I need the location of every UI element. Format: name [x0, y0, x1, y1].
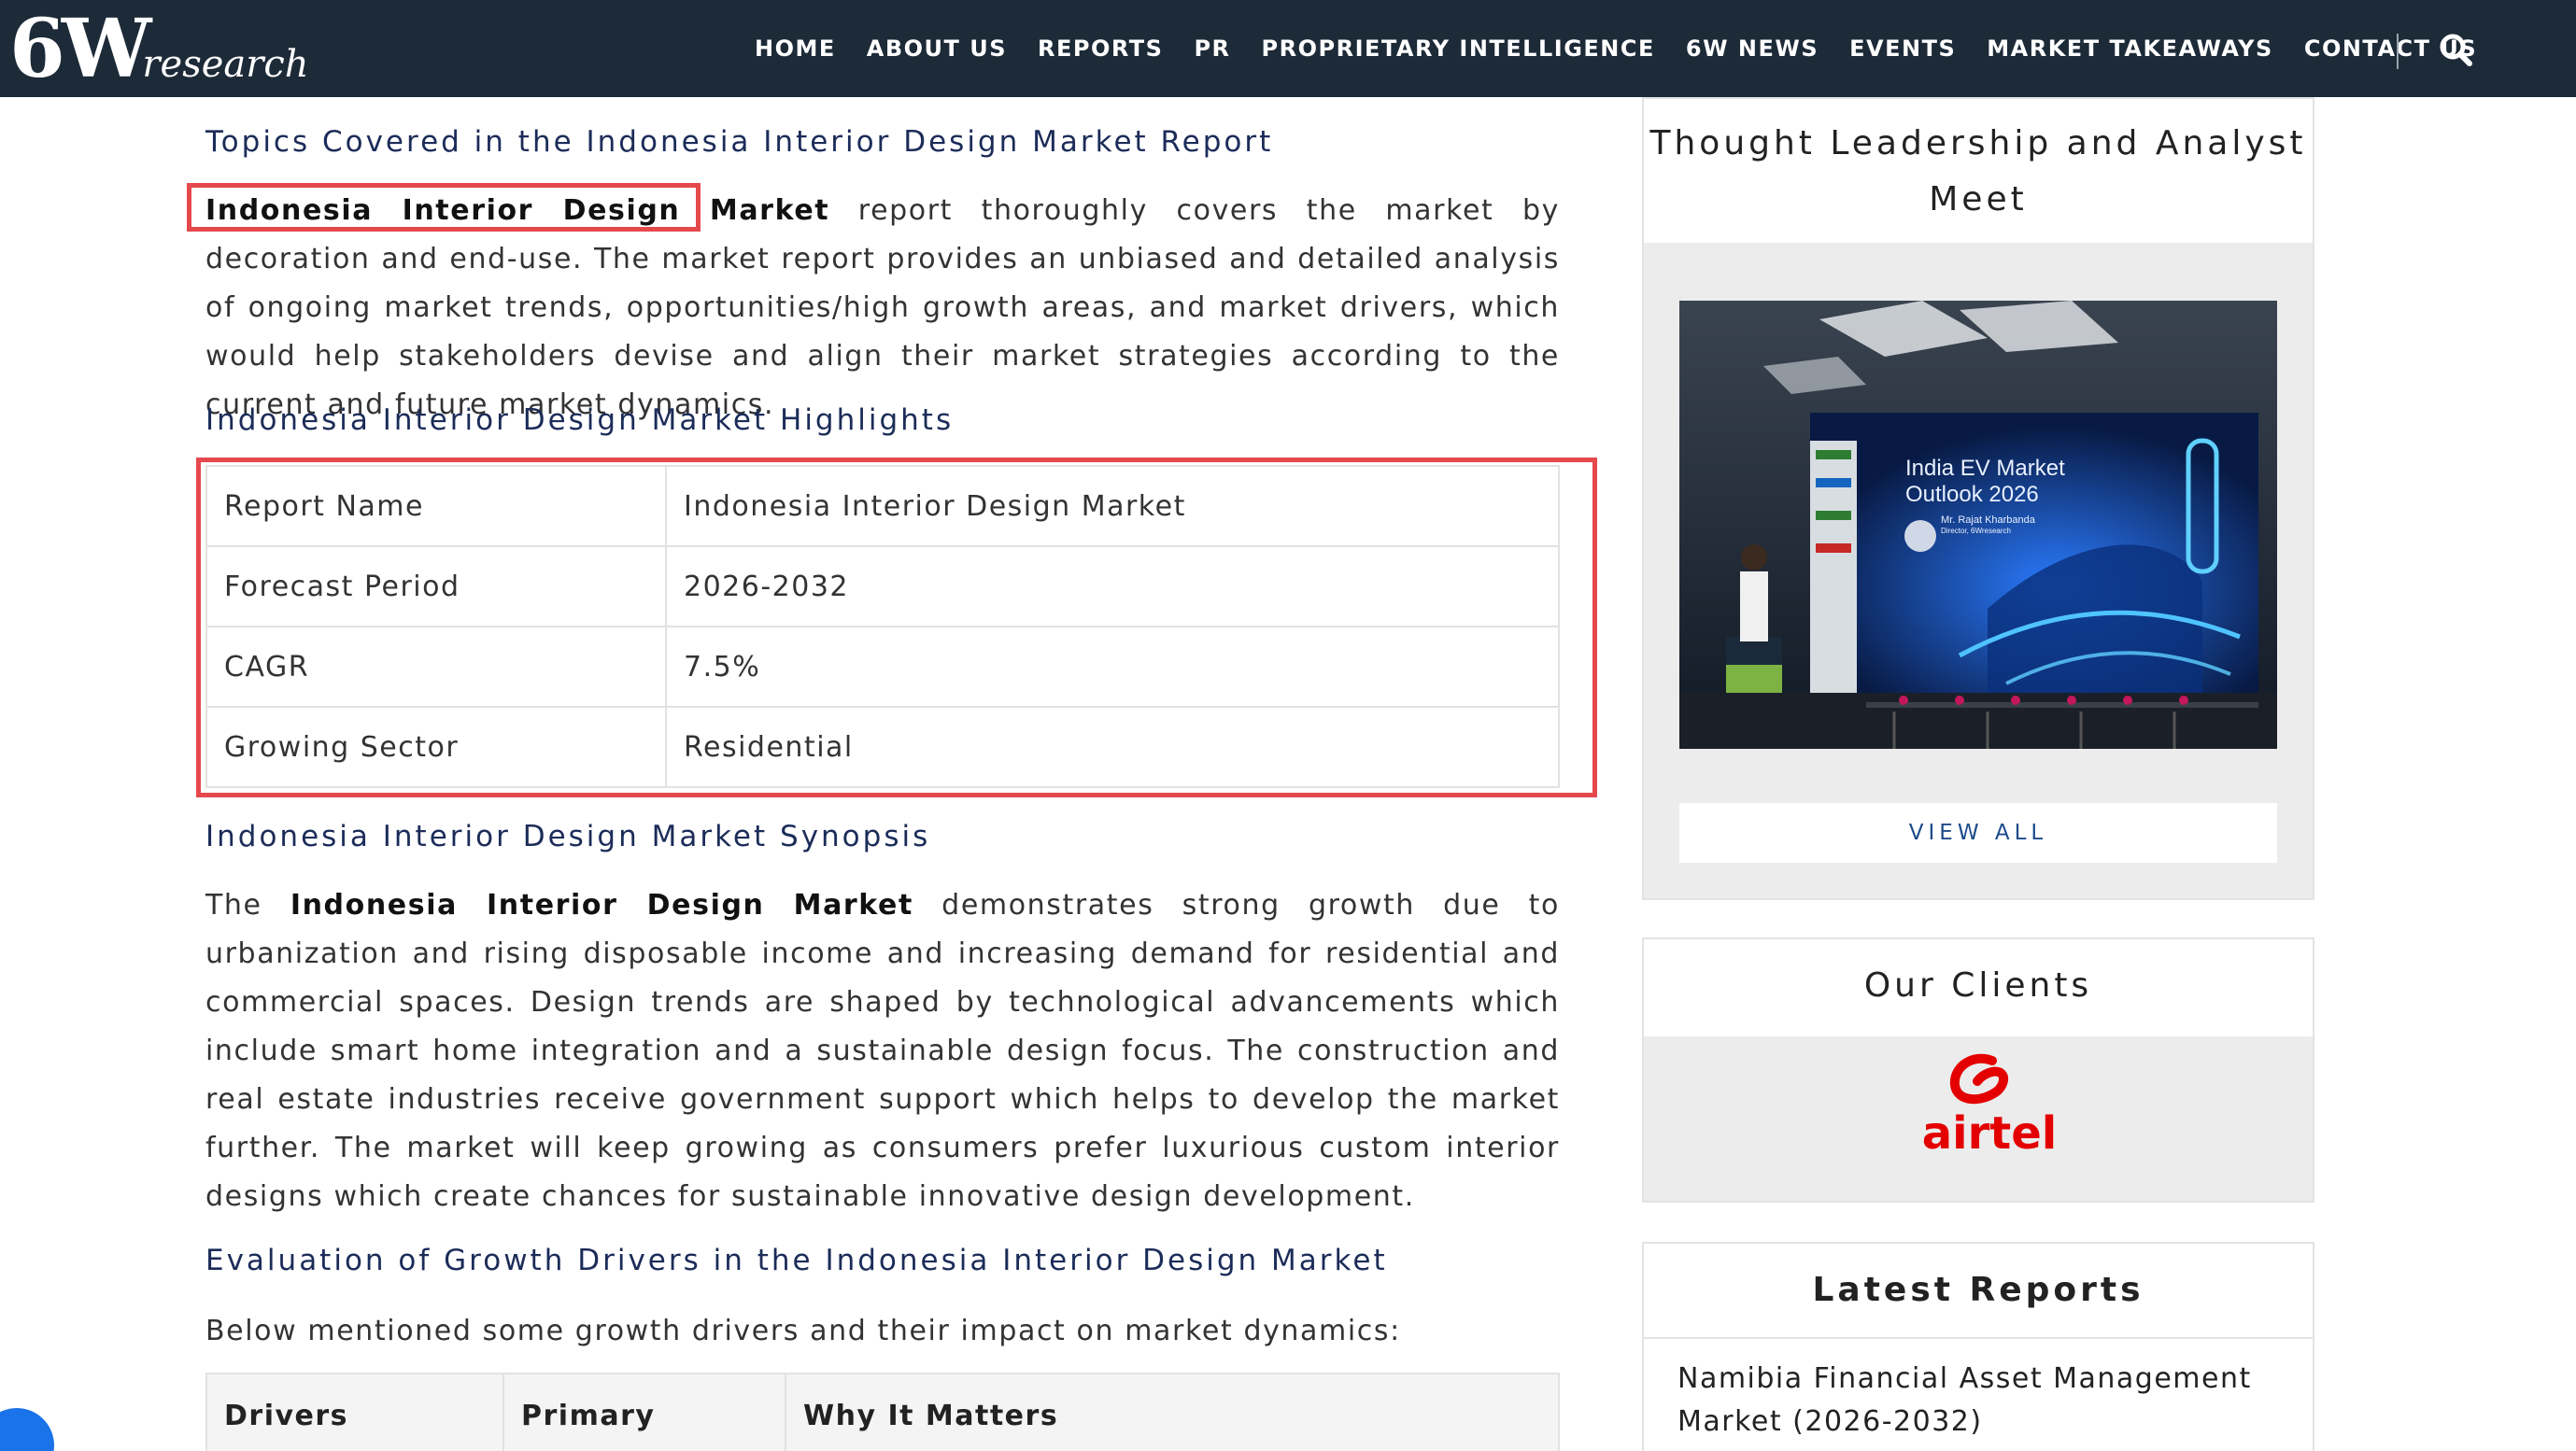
latest-reports-card: Latest Reports Namibia Financial Asset M…: [1642, 1242, 2314, 1451]
col-header-primary: Primary: [502, 1373, 786, 1451]
nav-proprietary-intelligence[interactable]: PROPRIETARY INTELLIGENCE: [1262, 35, 1655, 62]
event-screen-speaker-role: Director, 6Wresearch: [1941, 527, 2011, 535]
nav-market-takeaways[interactable]: MARKET TAKEAWAYS: [1987, 35, 2273, 62]
airtel-logo[interactable]: airtel: [1644, 1053, 2313, 1158]
highlight-value: 2026-2032: [665, 545, 1560, 627]
logo-wordmark: research: [142, 43, 309, 86]
chat-widget-button[interactable]: [0, 1408, 54, 1451]
nav-6w-news[interactable]: 6W NEWS: [1686, 35, 1819, 62]
event-photo-caption: India EV Market Outlook 2026 Mr. Rajat K…: [1905, 456, 2065, 536]
highlight-label: CAGR: [205, 626, 667, 708]
airtel-swirl-icon: [1949, 1053, 2009, 1105]
highlights-heading: Indonesia Interior Design Market Highlig…: [205, 403, 955, 437]
table-row: CAGR 7.5%: [205, 626, 1560, 708]
topics-heading: Topics Covered in the Indonesia Interior…: [205, 125, 1274, 159]
latest-report-link[interactable]: Namibia Financial Asset Management Marke…: [1677, 1358, 2275, 1444]
drivers-heading: Evaluation of Growth Drivers in the Indo…: [205, 1244, 1388, 1277]
highlight-value: Indonesia Interior Design Market: [665, 465, 1560, 547]
search-icon: [2440, 34, 2472, 66]
topics-text: report thoroughly covers the market by d…: [205, 194, 1560, 421]
table-row: Forecast Period 2026-2032: [205, 545, 1560, 627]
main-nav: HOME ABOUT US REPORTS PR PROPRIETARY INT…: [755, 0, 2508, 97]
event-screen-speaker: Mr. Rajat Kharbanda: [1941, 514, 2035, 526]
highlight-value: 7.5%: [665, 626, 1560, 708]
thought-leadership-card: Thought Leadership and Analyst Meet Indi…: [1642, 97, 2314, 900]
nav-divider: [2397, 34, 2399, 69]
latest-reports-title: Latest Reports: [1644, 1244, 2313, 1339]
highlight-value: Residential: [665, 706, 1560, 788]
highlight-label: Report Name: [205, 465, 667, 547]
nav-home[interactable]: HOME: [755, 35, 836, 62]
topics-paragraph: Indonesia Interior Design Market report …: [205, 187, 1560, 430]
drivers-intro: Below mentioned some growth drivers and …: [205, 1315, 1401, 1347]
our-clients-card: Our Clients airtel: [1642, 937, 2314, 1203]
highlights-table: Report Name Indonesia Interior Design Ma…: [205, 465, 1560, 788]
highlight-label: Forecast Period: [205, 545, 667, 627]
table-header-row: Drivers Primary Why It Matters: [205, 1373, 1560, 1451]
table-row: Growing Sector Residential: [205, 706, 1560, 788]
col-header-why-it-matters: Why It Matters: [785, 1373, 1560, 1451]
synopsis-text: demonstrates strong growth due to urbani…: [205, 889, 1560, 1213]
event-photo[interactable]: India EV Market Outlook 2026 Mr. Rajat K…: [1679, 301, 2277, 749]
view-all-button[interactable]: VIEW ALL: [1679, 803, 2277, 863]
nav-about-us[interactable]: ABOUT US: [867, 35, 1007, 62]
nav-pr[interactable]: PR: [1194, 35, 1230, 62]
site-logo[interactable]: 6W research: [9, 6, 309, 92]
topics-market-name: Indonesia Interior Design Market: [205, 194, 830, 227]
synopsis-paragraph: The Indonesia Interior Design Market dem…: [205, 881, 1560, 1221]
thought-leadership-body: India EV Market Outlook 2026 Mr. Rajat K…: [1644, 243, 2313, 898]
nav-events[interactable]: EVENTS: [1849, 35, 1956, 62]
drivers-table: Drivers Primary Why It Matters: [205, 1373, 1560, 1451]
airtel-wordmark: airtel: [1921, 1107, 2058, 1160]
event-screen-title: India EV Market: [1905, 456, 2065, 481]
synopsis-prefix: The: [205, 889, 290, 922]
col-header-drivers: Drivers: [205, 1373, 504, 1451]
top-navbar: 6W research HOME ABOUT US REPORTS PR PRO…: [0, 0, 2576, 97]
event-screen-subtitle: Outlook 2026: [1905, 482, 2039, 507]
thought-leadership-title: Thought Leadership and Analyst Meet: [1649, 124, 2307, 218]
synopsis-market-name: Indonesia Interior Design Market: [290, 889, 913, 922]
table-row: Report Name Indonesia Interior Design Ma…: [205, 465, 1560, 547]
nav-reports[interactable]: REPORTS: [1038, 35, 1163, 62]
synopsis-heading: Indonesia Interior Design Market Synopsi…: [205, 820, 931, 853]
our-clients-body: airtel: [1644, 1036, 2313, 1201]
highlight-label: Growing Sector: [205, 706, 667, 788]
our-clients-title: Our Clients: [1863, 966, 2093, 1005]
search-button[interactable]: [2436, 30, 2477, 71]
logo-mark: 6W: [9, 2, 151, 96]
latest-reports-list: Namibia Financial Asset Management Marke…: [1644, 1339, 2313, 1451]
